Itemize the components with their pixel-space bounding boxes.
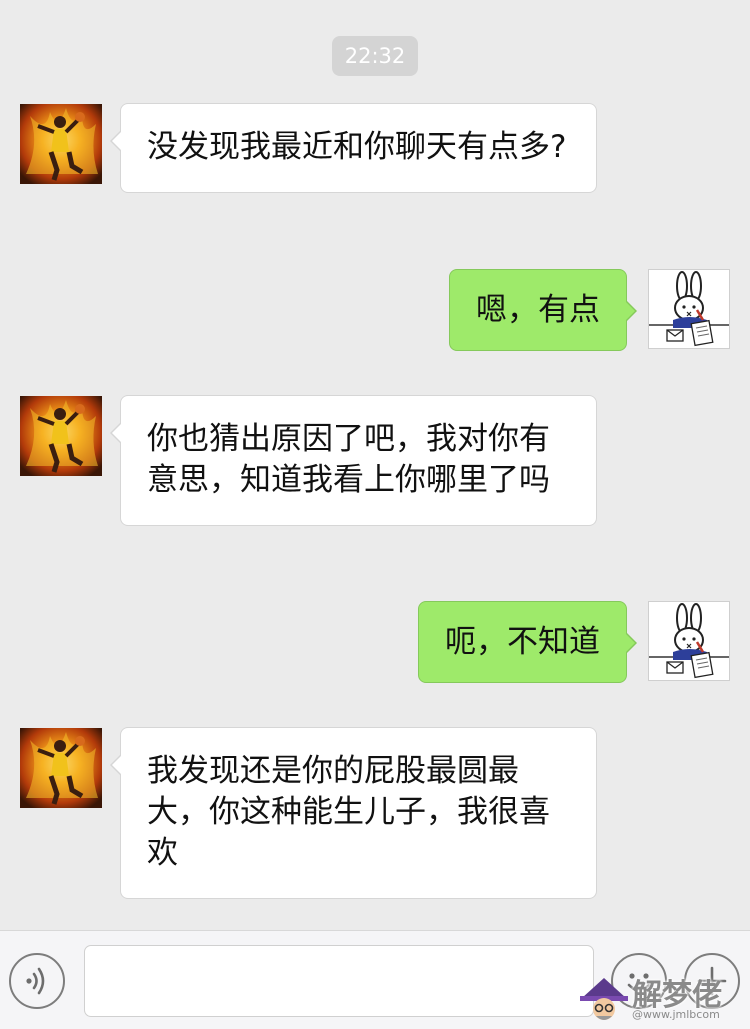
outgoing-message-bubble[interactable]: 嗯，有点 xyxy=(449,269,637,351)
chat-area[interactable]: 22:32 没发现我最近和你聊天有点多? 嗯，有点 你也猜出原因了吧，我对你有意… xyxy=(0,0,750,930)
watermark-url: @www.jmlbcom xyxy=(632,1008,720,1021)
basketball-player-flame-icon xyxy=(20,728,102,808)
timestamp: 22:32 xyxy=(332,36,418,76)
basketball-player-flame-icon xyxy=(20,104,102,184)
basketball-player-flame-icon xyxy=(20,396,102,476)
bunny-writing-icon xyxy=(649,602,729,680)
contact-avatar[interactable] xyxy=(20,396,102,476)
voice-icon xyxy=(26,967,45,995)
incoming-message-bubble[interactable]: 没发现我最近和你聊天有点多? xyxy=(110,103,597,193)
contact-avatar[interactable] xyxy=(20,104,102,184)
outgoing-message-bubble[interactable]: 呃，不知道 xyxy=(418,601,637,683)
my-avatar[interactable] xyxy=(648,601,730,681)
watermark: 解梦佬 @www.jmlbcom xyxy=(576,968,750,1029)
message-text: 我发现还是你的屁股最圆最大，你这种能生儿子，我很喜欢 xyxy=(147,753,550,871)
contact-avatar[interactable] xyxy=(20,728,102,808)
incoming-message-bubble[interactable]: 我发现还是你的屁股最圆最大，你这种能生儿子，我很喜欢 xyxy=(110,727,597,899)
message-input[interactable] xyxy=(84,945,594,1017)
voice-button[interactable] xyxy=(9,953,65,1009)
my-avatar[interactable] xyxy=(648,269,730,349)
wizard-hat-logo-icon xyxy=(580,978,628,1020)
bunny-writing-icon xyxy=(649,270,729,348)
message-text: 你也猜出原因了吧，我对你有意思，知道我看上你哪里了吗 xyxy=(147,421,550,498)
message-text: 呃，不知道 xyxy=(445,624,600,660)
incoming-message-bubble[interactable]: 你也猜出原因了吧，我对你有意思，知道我看上你哪里了吗 xyxy=(110,395,597,526)
message-text: 嗯，有点 xyxy=(476,292,600,328)
message-text: 没发现我最近和你聊天有点多? xyxy=(147,129,567,165)
